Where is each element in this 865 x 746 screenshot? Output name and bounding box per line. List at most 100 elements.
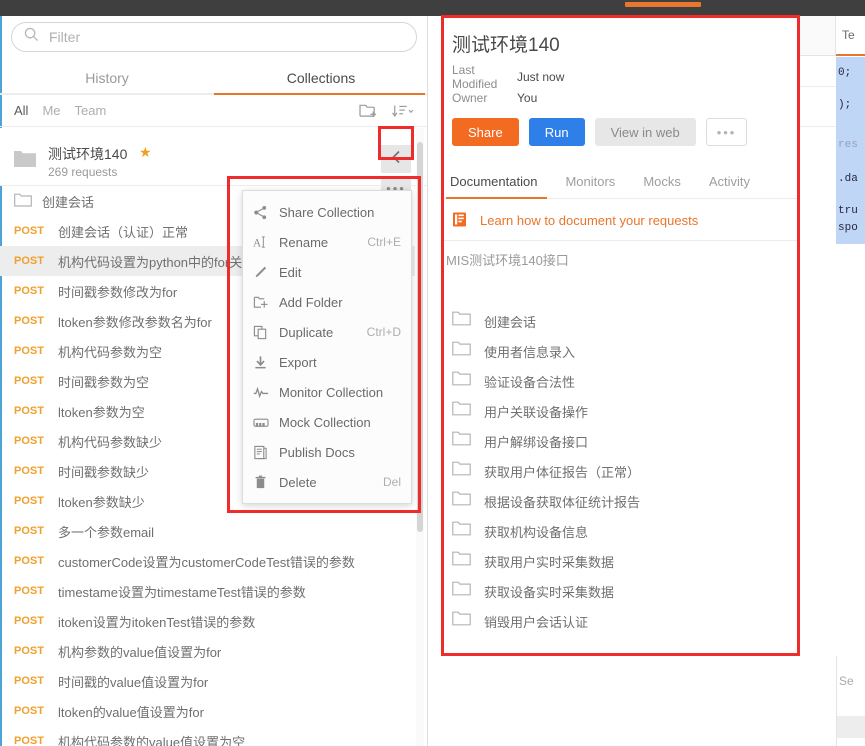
list-item[interactable]: 使用者信息录入: [452, 336, 800, 366]
background-code-line: spo: [838, 222, 858, 234]
menu-item-publish-docs[interactable]: Publish Docs: [243, 437, 411, 467]
background-active-tab[interactable]: Te: [835, 16, 865, 56]
menu-item-monitor-collection[interactable]: Monitor Collection: [243, 377, 411, 407]
menu-item-rename[interactable]: A Rename Ctrl+E: [243, 227, 411, 257]
menu-item-delete[interactable]: Delete Del: [243, 467, 411, 497]
table-row[interactable]: POST timestame设置为timestameTest错误的参数: [0, 576, 415, 606]
tab-monitors[interactable]: Monitors: [565, 168, 615, 200]
list-item[interactable]: 用户关联设备操作: [452, 396, 800, 426]
list-item-label: 用户解绑设备接口: [484, 434, 589, 450]
collection-header[interactable]: 测试环境140 ★ 269 requests: [0, 128, 427, 186]
meta-key: Owner: [452, 90, 488, 105]
request-method: POST: [14, 735, 44, 746]
tab-mocks[interactable]: Mocks: [643, 168, 681, 200]
request-method: POST: [14, 465, 44, 477]
list-item[interactable]: 创建会话: [452, 306, 800, 336]
star-icon[interactable]: ★: [139, 144, 152, 161]
folder-icon: [452, 341, 478, 361]
share-button[interactable]: Share: [452, 118, 519, 146]
background-tab-underline: [836, 54, 865, 56]
menu-item-shortcut: Ctrl+E: [367, 235, 401, 249]
menu-item-label: Monitor Collection: [279, 384, 384, 400]
list-item[interactable]: 获取设备实时采集数据: [452, 576, 800, 606]
menu-item-label: Publish Docs: [279, 444, 355, 460]
share-icon: [253, 205, 279, 220]
table-row[interactable]: POST 机构代码参数的value值设置为空: [0, 726, 415, 746]
collection-context-menu[interactable]: Share Collection A Rename Ctrl+E Edit Ad…: [242, 190, 412, 504]
scope-filter-me[interactable]: Me: [42, 103, 60, 118]
list-item[interactable]: 获取用户体征报告（正常）: [452, 456, 800, 486]
request-name: 机构代码参数的value值设置为空: [58, 734, 246, 746]
list-item-label: 根据设备获取体征统计报告: [484, 494, 641, 510]
background-code-line: );: [838, 99, 852, 111]
request-method: POST: [14, 375, 44, 387]
folder-icon: [452, 431, 478, 451]
tab-history[interactable]: History: [0, 63, 214, 95]
request-name: 多一个参数email: [58, 524, 155, 540]
request-method: POST: [14, 525, 44, 537]
table-row[interactable]: POST customerCode设置为customerCodeTest错误的参…: [0, 546, 415, 576]
scope-filter-team[interactable]: Team: [75, 103, 107, 118]
request-method: POST: [14, 585, 44, 597]
folder-icon: [452, 521, 478, 541]
new-folder-icon[interactable]: [359, 102, 378, 119]
table-row[interactable]: POST ltoken的value值设置为for: [0, 696, 415, 726]
table-row[interactable]: POST 机构参数的value值设置为for: [0, 636, 415, 666]
tab-collections[interactable]: Collections: [214, 63, 427, 95]
collection-meta: Last Modified Just now Owner You: [452, 63, 564, 108]
menu-item-mock-collection[interactable]: Mock Collection: [243, 407, 411, 437]
more-options-button[interactable]: •••: [705, 118, 748, 146]
menu-item-duplicate[interactable]: Duplicate Ctrl+D: [243, 317, 411, 347]
search-input[interactable]: Filter: [11, 22, 417, 52]
list-item[interactable]: 获取机构设备信息: [452, 516, 800, 546]
menu-item-label: Rename: [279, 234, 329, 250]
menu-item-export[interactable]: Export: [243, 347, 411, 377]
table-row[interactable]: POST 时间戳的value值设置为for: [0, 666, 415, 696]
tab-activity[interactable]: Activity: [709, 168, 750, 200]
request-name: ltoken的value值设置为for: [58, 704, 204, 720]
run-button[interactable]: Run: [528, 118, 585, 146]
collapse-sidebar-button[interactable]: [381, 145, 411, 173]
tab-documentation[interactable]: Documentation: [450, 168, 537, 200]
background-code-editor[interactable]: 0; ); res .da tru spo: [836, 57, 865, 244]
list-item[interactable]: 获取用户实时采集数据: [452, 546, 800, 576]
request-method: POST: [14, 495, 44, 507]
folder-icon: [452, 551, 478, 571]
background-tab-label: Te: [842, 28, 855, 42]
request-method: POST: [14, 645, 44, 657]
background-code-line: tru: [838, 205, 858, 217]
sidebar-scrollbar-thumb[interactable]: [417, 142, 423, 532]
folder-icon: [452, 401, 478, 421]
table-row[interactable]: POST itoken设置为itokenTest错误的参数: [0, 606, 415, 636]
view-in-web-button[interactable]: View in web: [594, 118, 696, 146]
detail-tabs: Documentation Monitors Mocks Activity: [444, 168, 800, 200]
sort-icon[interactable]: [392, 103, 414, 119]
list-item-label: 使用者信息录入: [484, 344, 576, 360]
window-titlebar: [0, 0, 865, 16]
scope-filter-all[interactable]: All: [14, 103, 28, 118]
menu-item-share-collection[interactable]: Share Collection: [243, 197, 411, 227]
background-bottom-band: [837, 716, 865, 738]
detail-learn-divider: [444, 240, 800, 241]
collection-detail-panel: 测试环境140 ✕ Last Modified Just now Owner Y…: [444, 18, 800, 656]
list-item-label: 获取设备实时采集数据: [484, 584, 615, 600]
list-item-label: 获取用户体征报告（正常）: [484, 464, 641, 480]
background-code-line: 0;: [838, 67, 852, 79]
list-item[interactable]: 验证设备合法性: [452, 366, 800, 396]
menu-item-add-folder[interactable]: Add Folder: [243, 287, 411, 317]
request-method: POST: [14, 255, 44, 267]
request-method: POST: [14, 405, 44, 417]
background-bottom-pane: Se: [836, 656, 865, 746]
menu-item-edit[interactable]: Edit: [243, 257, 411, 287]
request-name: 机构代码参数为空: [58, 344, 163, 360]
request-name: 时间戳参数为空: [58, 374, 150, 390]
list-item[interactable]: 根据设备获取体征统计报告: [452, 486, 800, 516]
filter-input-wrap[interactable]: Filter: [11, 22, 417, 52]
request-name: 创建会话（认证）正常: [58, 224, 189, 240]
learn-docs-link[interactable]: Learn how to document your requests: [452, 212, 698, 228]
table-row[interactable]: POST 多一个参数email: [0, 516, 415, 546]
list-item[interactable]: 销毁用户会话认证: [452, 606, 800, 636]
search-icon: [24, 27, 39, 47]
list-item-label: 创建会话: [484, 314, 537, 330]
list-item[interactable]: 用户解绑设备接口: [452, 426, 800, 456]
